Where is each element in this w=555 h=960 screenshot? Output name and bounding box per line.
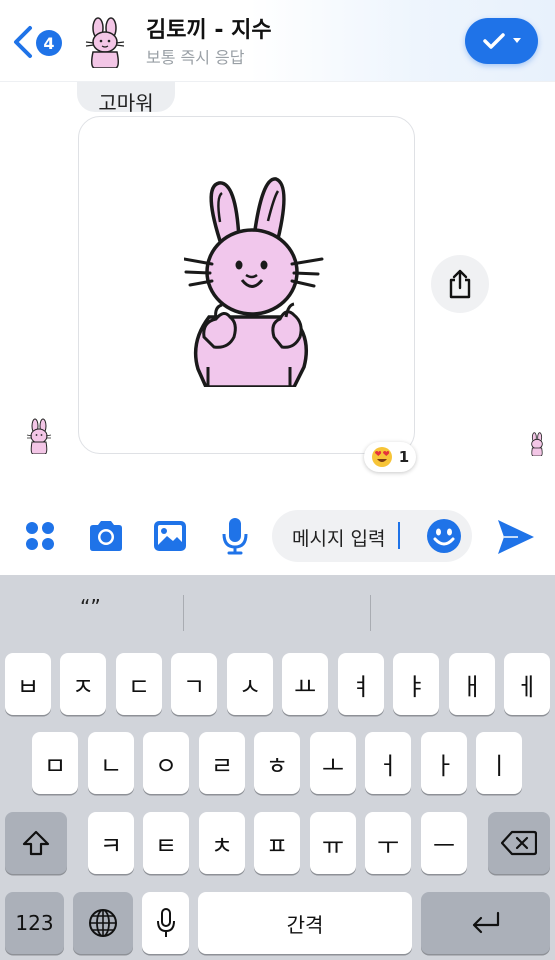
message-composer: 메시지 입력: [0, 500, 555, 575]
return-key[interactable]: [421, 892, 550, 954]
reaction-count: 1: [398, 448, 410, 466]
suggestion-divider: [183, 595, 184, 631]
apps-icon: [26, 522, 54, 550]
send-icon[interactable]: [496, 518, 536, 556]
letter-key[interactable]: ㅕ: [338, 653, 384, 715]
space-key[interactable]: 간격: [198, 892, 412, 954]
chevron-down-icon: [512, 38, 521, 43]
contact-avatar[interactable]: [80, 16, 130, 68]
letter-key[interactable]: ㅜ: [365, 812, 411, 874]
status-toggle-button[interactable]: [465, 18, 538, 64]
letter-key[interactable]: ㅣ: [476, 732, 522, 794]
emoji-icon[interactable]: [426, 518, 462, 554]
shift-icon: [22, 830, 50, 856]
read-receipt-avatar: [531, 432, 543, 456]
numbers-key[interactable]: 123: [5, 892, 64, 954]
message-text: 고마워: [98, 91, 154, 112]
camera-button[interactable]: [86, 516, 126, 556]
letter-key[interactable]: ㅁ: [32, 732, 78, 794]
heart-eyes-emoji-icon: [371, 447, 392, 467]
sticker-message[interactable]: [78, 116, 415, 454]
letter-key[interactable]: ㅗ: [310, 732, 356, 794]
bunny-sticker: [184, 177, 324, 387]
backspace-icon: [501, 830, 537, 856]
conversation-title: 김토끼 - 지수: [146, 18, 272, 43]
letter-key[interactable]: ㄴ: [88, 732, 134, 794]
letter-key[interactable]: ㅌ: [143, 812, 189, 874]
voice-button[interactable]: [218, 516, 252, 556]
dictation-key[interactable]: [142, 892, 189, 954]
response-status: 보통 즉시 응답: [146, 48, 245, 67]
letter-key[interactable]: ㅋ: [88, 812, 134, 874]
microphone-icon: [222, 518, 248, 555]
sender-avatar[interactable]: [24, 418, 54, 454]
letter-key[interactable]: ㅅ: [227, 653, 273, 715]
letter-key[interactable]: ㅡ: [421, 812, 467, 874]
return-icon: [472, 911, 499, 934]
letter-key[interactable]: ㅠ: [310, 812, 356, 874]
shift-key[interactable]: [5, 812, 67, 874]
letter-key[interactable]: ㅏ: [421, 732, 467, 794]
camera-icon: [90, 521, 122, 551]
korean-keyboard: “” ㅂㅈㄷㄱㅅㅛㅕㅑㅐㅔ ㅁㄴㅇㄹㅎㅗㅓㅏㅣ ㅋㅌㅊㅍㅠㅜㅡ 123 간격: [0, 575, 555, 960]
letter-key[interactable]: ㅈ: [60, 653, 106, 715]
message-input[interactable]: 메시지 입력: [272, 510, 472, 562]
image-button[interactable]: [152, 516, 188, 556]
microphone-icon: [156, 908, 175, 937]
suggestion-item[interactable]: “”: [80, 595, 101, 619]
letter-key[interactable]: ㅔ: [504, 653, 550, 715]
globe-key[interactable]: [73, 892, 133, 954]
letter-key[interactable]: ㄷ: [116, 653, 162, 715]
globe-icon: [89, 909, 117, 937]
check-icon: [482, 33, 505, 49]
letter-key[interactable]: ㅂ: [5, 653, 51, 715]
back-button[interactable]: 4: [12, 22, 72, 62]
letter-key[interactable]: ㅇ: [143, 732, 189, 794]
letter-key[interactable]: ㅎ: [254, 732, 300, 794]
message-input-text: 메시지 입력: [292, 528, 386, 550]
message-bubble[interactable]: 고마워: [77, 82, 175, 112]
unread-count-badge: 4: [36, 30, 62, 56]
letter-key[interactable]: ㅊ: [199, 812, 245, 874]
letter-key[interactable]: ㅍ: [254, 812, 300, 874]
conversation-header: 4 김토끼 - 지수 보통 즉시 응답: [0, 0, 555, 82]
backspace-key[interactable]: [488, 812, 550, 874]
suggestion-divider: [370, 595, 371, 631]
suggestion-bar: “”: [0, 575, 555, 643]
apps-button[interactable]: [22, 516, 58, 556]
image-icon: [154, 521, 186, 551]
letter-key[interactable]: ㅓ: [365, 732, 411, 794]
chevron-left-icon: [14, 26, 32, 58]
reaction-badge[interactable]: 1: [364, 442, 416, 472]
letter-key[interactable]: ㄱ: [171, 653, 217, 715]
text-caret: [398, 522, 400, 549]
share-icon: [449, 269, 471, 299]
letter-key[interactable]: ㄹ: [199, 732, 245, 794]
share-button[interactable]: [431, 255, 489, 313]
letter-key[interactable]: ㅛ: [282, 653, 328, 715]
letter-key[interactable]: ㅐ: [449, 653, 495, 715]
message-list: 고마워 1: [0, 82, 555, 500]
letter-key[interactable]: ㅑ: [393, 653, 439, 715]
